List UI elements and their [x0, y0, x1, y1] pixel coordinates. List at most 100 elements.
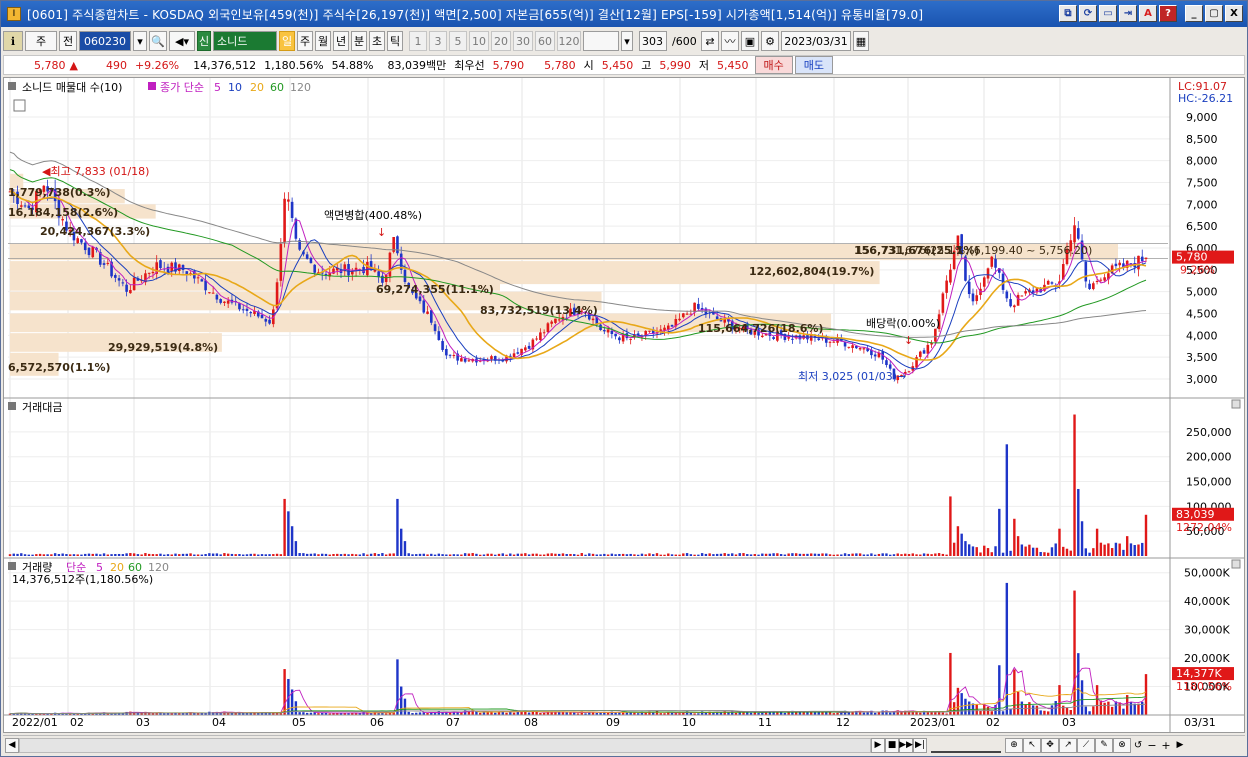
stop-icon[interactable]: ■ — [885, 737, 899, 753]
amount-bar — [922, 553, 926, 556]
amount-bar — [441, 554, 444, 556]
stock-code-input[interactable]: 060230 — [79, 31, 131, 51]
interval-10[interactable]: 10 — [469, 31, 489, 51]
settings-icon[interactable]: ⚙ — [761, 31, 779, 51]
play-icon[interactable]: ▶ — [871, 737, 885, 753]
end-icon[interactable]: ▶| — [913, 737, 927, 753]
amount-bar — [753, 554, 756, 556]
zoom-in-icon[interactable]: ⇄ — [701, 31, 719, 51]
amount-bar — [990, 552, 993, 556]
amount-bar — [1013, 518, 1016, 556]
tool-draw-icon[interactable]: ✎ — [1095, 737, 1113, 753]
period-tick-tab[interactable]: 틱 — [387, 31, 403, 51]
scroll-right-icon[interactable]: ▶ — [1173, 738, 1187, 753]
amount-panel-icon[interactable] — [8, 402, 16, 410]
amount-pct-label: 1272.04% — [1176, 521, 1232, 534]
amount-bar — [72, 554, 76, 556]
ma-panel-icon[interactable] — [148, 82, 156, 90]
chart-area[interactable]: 2022/01 02 03 04 05 06 07 08 09 10 11 12 2023/01 02 03… — [3, 77, 1245, 733]
speaker-icon[interactable]: ◀▾ — [169, 31, 195, 51]
stock-name[interactable]: 소니드 — [213, 31, 277, 51]
interval-120[interactable]: 120 — [557, 31, 581, 51]
amount-bar — [505, 554, 508, 556]
amount-bar — [919, 554, 922, 556]
volume-panel-close[interactable] — [1231, 559, 1241, 569]
volume-bar — [1043, 710, 1046, 715]
amount-bar — [272, 554, 275, 556]
tool-cursor-icon[interactable]: ↖ — [1023, 737, 1041, 753]
buy-button[interactable]: 매수 — [754, 56, 793, 74]
tool-trend-icon[interactable]: ↗ — [1059, 737, 1077, 753]
amount-bar — [437, 553, 441, 556]
interval-30[interactable]: 30 — [513, 31, 533, 51]
candle-body — [264, 318, 268, 322]
send-icon[interactable]: ⇥ — [1119, 5, 1137, 22]
amount-bar — [746, 554, 749, 556]
amount-bar — [1103, 544, 1106, 556]
compare-icon[interactable]: 〰 — [721, 31, 739, 51]
window-layout-icon[interactable]: ▭ — [1099, 5, 1117, 22]
save-icon[interactable]: ▣ — [741, 31, 759, 51]
date-input[interactable]: 2023/03/31 — [781, 31, 851, 51]
interval-60[interactable]: 60 — [535, 31, 555, 51]
tool-magnet-icon[interactable]: ⊗ — [1113, 737, 1131, 753]
price-panel-icon[interactable] — [8, 82, 16, 90]
info-icon[interactable]: ℹ — [3, 31, 23, 51]
prev-button[interactable]: 전 — [59, 31, 77, 51]
scrollbar-track[interactable] — [19, 737, 871, 753]
period-week-tab[interactable]: 주 — [297, 31, 313, 51]
market-select[interactable]: 주 — [25, 31, 57, 51]
amount-bar — [1114, 542, 1118, 556]
amount-bar — [1058, 528, 1061, 556]
tool-pan-icon[interactable]: ✥ — [1041, 737, 1059, 753]
table-icon[interactable] — [13, 99, 26, 112]
sell-button[interactable]: 매도 — [794, 56, 833, 74]
interval-5[interactable]: 5 — [449, 31, 467, 51]
link-window-icon[interactable]: ⧉ — [1059, 5, 1077, 22]
scroll-left-icon[interactable]: ◀ — [5, 737, 19, 753]
interval-input[interactable] — [583, 31, 619, 51]
search-icon[interactable]: 🔍 — [149, 31, 167, 51]
help-icon[interactable]: ? — [1159, 5, 1177, 22]
amount-bar — [501, 553, 504, 556]
candle-body — [663, 327, 666, 331]
zoom-plus-icon[interactable]: + — [1159, 738, 1173, 753]
candle-body — [832, 341, 836, 343]
candle-body — [603, 330, 606, 332]
interval-1[interactable]: 1 — [409, 31, 427, 51]
refresh-icon[interactable]: ⟳ — [1079, 5, 1097, 22]
tool-crosshair-icon[interactable]: ⊕ — [1005, 737, 1023, 753]
zoom-reset-icon[interactable]: ↺ — [1131, 738, 1145, 753]
close-button[interactable]: X — [1225, 5, 1243, 22]
amount-bar — [945, 554, 948, 556]
period-day-tab[interactable]: 일 — [279, 31, 295, 51]
maximize-button[interactable]: ▢ — [1205, 5, 1223, 22]
candle-body — [885, 360, 888, 366]
low-price: 5,450 — [717, 58, 749, 72]
code-dropdown-icon[interactable]: ▾ — [133, 31, 147, 51]
amount-bar — [313, 553, 316, 556]
calendar-icon[interactable]: ▦ — [853, 31, 869, 51]
chart-svg[interactable]: 2022/01 02 03 04 05 06 07 08 09 10 11 12 2023/01 02 03… — [4, 78, 1244, 732]
volume-panel-icon[interactable] — [8, 562, 16, 570]
volume-bar — [1107, 701, 1110, 715]
zoom-slider[interactable] — [931, 738, 1001, 753]
candle-body — [554, 318, 557, 323]
interval-dropdown-icon[interactable]: ▾ — [621, 31, 633, 51]
tool-line-icon[interactable]: ⟋ — [1077, 737, 1095, 753]
minimize-button[interactable]: _ — [1185, 5, 1203, 22]
amount-bar — [509, 553, 512, 556]
period-minute-tab[interactable]: 분 — [351, 31, 367, 51]
zoom-out-icon[interactable]: − — [1145, 738, 1159, 753]
interval-3[interactable]: 3 — [429, 31, 447, 51]
step-forward-icon[interactable]: ▶▶ — [899, 737, 913, 753]
count-input[interactable]: 303 — [639, 31, 667, 51]
volume-tick-label: 20,000K — [1184, 652, 1230, 665]
amount-panel-close[interactable] — [1231, 399, 1241, 409]
font-icon[interactable]: A — [1139, 5, 1157, 22]
period-second-tab[interactable]: 초 — [369, 31, 385, 51]
period-month-tab[interactable]: 월 — [315, 31, 331, 51]
amount-bar — [877, 553, 881, 556]
period-year-tab[interactable]: 년 — [333, 31, 349, 51]
interval-20[interactable]: 20 — [491, 31, 511, 51]
